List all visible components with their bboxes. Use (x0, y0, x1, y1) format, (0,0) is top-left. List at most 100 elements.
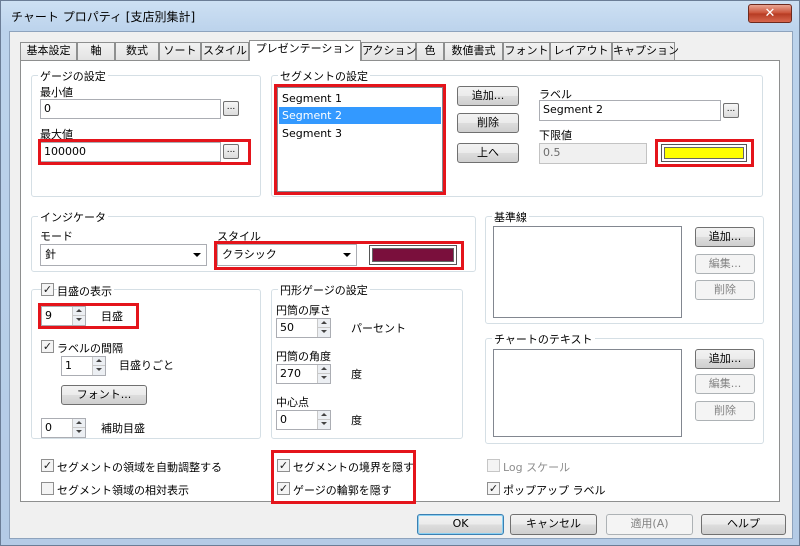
hide-segment-boundaries-checkbox[interactable]: ✓ (277, 459, 290, 472)
spin-up-icon[interactable] (73, 419, 85, 428)
cylinder-settings-title: 円形ゲージの設定 (278, 282, 370, 298)
window-title: チャート プロパティ [支店別集計] (11, 10, 196, 24)
segment-list[interactable]: Segment 1 Segment 2 Segment 3 (277, 87, 443, 192)
add-chart-text-button[interactable]: 追加... (695, 349, 755, 369)
spin-down-icon[interactable] (318, 328, 330, 337)
spin-down-icon[interactable] (318, 374, 330, 383)
spin-down-icon[interactable] (73, 428, 85, 437)
min-value-expression-button[interactable]: ... (223, 101, 239, 116)
spinner-buttons[interactable] (317, 411, 330, 429)
spin-up-icon[interactable] (318, 365, 330, 374)
apply-button: 適用(A) (606, 514, 693, 535)
spin-down-icon[interactable] (93, 366, 105, 375)
segment-label-expression-button[interactable]: ... (723, 103, 739, 118)
indicator-color-swatch[interactable] (369, 245, 457, 265)
reference-lines-title: 基準線 (492, 209, 529, 225)
chart-text-title: チャートのテキスト (492, 331, 595, 347)
tab-caption[interactable]: キャプション (612, 42, 679, 60)
minor-tickmark-spinner[interactable]: 0 (41, 418, 86, 438)
max-value-expression-button[interactable]: ... (223, 144, 239, 159)
segment-color-fill (664, 147, 744, 159)
autofit-segments-label: セグメントの領域を自動調整する (57, 461, 222, 474)
tab-actions[interactable]: アクション (361, 42, 416, 60)
max-value-field[interactable]: 100000 (40, 142, 221, 162)
cylinder-angle-unit: 度 (351, 368, 362, 381)
style-dropdown[interactable]: クラシック (217, 244, 357, 266)
segment-color-swatch[interactable] (661, 144, 747, 162)
cylinder-angle-spinner[interactable]: 270 (276, 364, 331, 384)
tickmark-count-spinner[interactable]: 9 (41, 306, 86, 326)
help-button[interactable]: ヘルプ (701, 514, 786, 535)
label-interval-checkbox[interactable]: ✓ (41, 340, 54, 353)
tab-colors[interactable]: 色 (416, 42, 444, 60)
tab-layout[interactable]: レイアウト (550, 42, 612, 60)
autofit-segments-checkbox[interactable]: ✓ (41, 459, 54, 472)
spinner-buttons[interactable] (72, 307, 85, 325)
indicator-title: インジケータ (38, 209, 108, 225)
spin-up-icon[interactable] (318, 411, 330, 420)
move-segment-up-button[interactable]: 上へ (457, 143, 519, 163)
show-tickmarks-checkbox[interactable]: ✓ (41, 283, 54, 296)
minor-tickmark-label: 補助目盛 (101, 422, 145, 435)
tab-expressions[interactable]: 数式 (115, 42, 159, 60)
popup-labels-checkbox[interactable]: ✓ (487, 482, 500, 495)
spin-up-icon[interactable] (318, 319, 330, 328)
spin-down-icon[interactable] (73, 316, 85, 325)
add-reference-line-button[interactable]: 追加... (695, 227, 755, 247)
spin-down-icon[interactable] (318, 420, 330, 429)
tab-presentation[interactable]: プレゼンテーション (249, 40, 361, 61)
add-segment-button[interactable]: 追加... (457, 86, 519, 106)
popup-labels-label: ポップアップ ラベル (503, 484, 606, 497)
hide-gauge-outlines-checkbox[interactable]: ✓ (277, 482, 290, 495)
chevron-down-icon (193, 253, 201, 257)
spinner-buttons[interactable] (92, 357, 105, 375)
cancel-button[interactable]: キャンセル (510, 514, 597, 535)
min-value-field[interactable]: 0 (40, 99, 221, 119)
tab-axes[interactable]: 軸 (77, 42, 115, 60)
segment-list-item-selected[interactable]: Segment 2 (279, 107, 441, 124)
close-button[interactable]: ✕ (748, 4, 792, 23)
tab-basic[interactable]: 基本設定 (20, 42, 77, 60)
tab-font[interactable]: フォント (503, 42, 550, 60)
spin-up-icon[interactable] (93, 357, 105, 366)
segment-list-item[interactable]: Segment 1 (279, 90, 441, 107)
chart-text-list[interactable] (493, 349, 682, 437)
spin-up-icon[interactable] (73, 307, 85, 316)
tickmark-count-unit: 目盛 (101, 310, 123, 323)
spinner-buttons[interactable] (317, 319, 330, 337)
log-scale-label: Log スケール (503, 461, 571, 474)
segment-list-item[interactable]: Segment 3 (279, 125, 441, 142)
indicator-color-fill (372, 248, 454, 262)
title-bar: チャート プロパティ [支店別集計] ✕ (1, 1, 800, 31)
chevron-down-icon (343, 253, 351, 257)
relative-segments-label: セグメント領域の相対表示 (57, 484, 189, 497)
dialog-client-area: 基本設定 軸 数式 ソート スタイル プレゼンテーション アクション 色 数値書… (9, 31, 793, 539)
tab-sort[interactable]: ソート (159, 42, 201, 60)
cylinder-thickness-unit: パーセント (351, 322, 406, 335)
label-interval-spinner[interactable]: 1 (61, 356, 106, 376)
tickmark-count-value: 9 (45, 309, 52, 322)
delete-segment-button[interactable]: 削除 (457, 113, 519, 133)
spinner-buttons[interactable] (317, 365, 330, 383)
cylinder-thickness-spinner[interactable]: 50 (276, 318, 331, 338)
relative-segments-checkbox[interactable] (41, 482, 54, 495)
lower-limit-caption: 下限値 (539, 129, 572, 142)
lower-limit-field: 0.5 (539, 143, 647, 164)
mode-dropdown[interactable]: 針 (40, 244, 207, 266)
tab-number-format[interactable]: 数値書式 (444, 42, 503, 60)
center-point-spinner[interactable]: 0 (276, 410, 331, 430)
gauge-settings-title: ゲージの設定 (38, 68, 108, 84)
tab-style[interactable]: スタイル (201, 42, 249, 60)
mode-label: モード (40, 230, 73, 243)
presentation-panel: ゲージの設定 最小値 0 ... 最大値 100000 ... セグメントの設定… (20, 60, 780, 504)
spinner-buttons[interactable] (72, 419, 85, 437)
minor-tickmark-value: 0 (45, 421, 52, 434)
ok-button[interactable]: OK (417, 514, 504, 535)
segment-settings-title: セグメントの設定 (278, 68, 370, 84)
font-button[interactable]: フォント... (61, 385, 147, 405)
reference-lines-list[interactable] (493, 226, 682, 318)
center-point-unit: 度 (351, 414, 362, 427)
chart-properties-dialog: チャート プロパティ [支店別集計] ✕ 基本設定 軸 数式 ソート スタイル … (0, 0, 800, 546)
segment-label-field[interactable]: Segment 2 (539, 100, 721, 121)
center-point-label: 中心点 (276, 396, 309, 409)
